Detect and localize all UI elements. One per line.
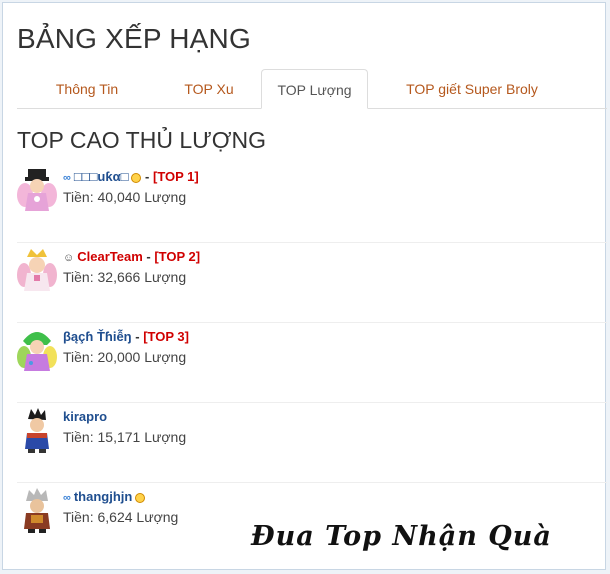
rank-tag: [TOP 3] — [143, 329, 189, 344]
vip-medal-icon — [135, 492, 146, 503]
player-money: Tiền: 15,171 Lượng — [63, 429, 187, 445]
promo-banner-text: Đua Top Nhận Quà — [251, 521, 552, 552]
infinity-icon: ∞ — [63, 172, 71, 184]
player-name-link[interactable]: kirapro — [63, 409, 107, 424]
player-money: Tiền: 40,040 Lượng — [63, 189, 187, 205]
player-name-line: kirapro — [63, 409, 107, 424]
warrior-avatar — [25, 408, 49, 453]
leaderboard-panel: BẢNG XẾP HẠNG Thông Tin TOP Xu TOP Lượng… — [2, 2, 607, 570]
ranking-list: ∞ □□□uƙα□ - [TOP 1] Tiền: 40,040 Lượng ☺ C… — [17, 163, 607, 563]
player-name-line: ∞ thangjhjn — [63, 489, 146, 504]
tab-top-luong[interactable]: TOP Lượng — [261, 69, 368, 109]
tab-top-xu[interactable]: TOP Xu — [157, 69, 261, 109]
page-title: BẢNG XẾP HẠNG — [17, 23, 251, 54]
infinity-icon: ∞ — [63, 492, 71, 504]
gray-hair-avatar — [24, 488, 50, 533]
princess-avatar — [17, 249, 57, 291]
player-name-link[interactable]: βąçɦ Ťɦiễŋ — [63, 329, 132, 344]
tab-top-super-broly[interactable]: TOP giết Super Broly — [372, 69, 572, 109]
player-name-line: βąçɦ Ťɦiễŋ - [TOP 3] — [63, 329, 189, 344]
player-money: Tiền: 32,666 Lượng — [63, 269, 187, 285]
list-item: ☺ ClearTeam - [TOP 2] Tiền: 32,666 Lượng — [17, 243, 607, 323]
green-hair-avatar — [17, 332, 57, 371]
player-money: Tiền: 20,000 Lượng — [63, 349, 187, 365]
rank-separator: - — [141, 169, 153, 184]
list-item: kirapro Tiền: 15,171 Lượng — [17, 403, 607, 483]
vip-medal-icon — [131, 172, 142, 183]
section-title: TOP CAO THỦ LƯỢNG — [17, 127, 266, 153]
tab-info[interactable]: Thông Tin — [17, 69, 157, 109]
rank-separator: - — [142, 249, 155, 264]
player-name-line: ☺ ClearTeam - [TOP 2] — [63, 249, 200, 264]
rank-tag: [TOP 2] — [154, 249, 201, 264]
rank-tag: [TOP 1] — [152, 169, 199, 184]
player-money: Tiền: 6,624 Lượng — [63, 509, 179, 525]
list-item: βąçɦ Ťɦiễŋ - [TOP 3] Tiền: 20,000 Lượng — [17, 323, 607, 403]
smiley-icon: ☺ — [63, 252, 75, 264]
player-name-link[interactable]: □□□uƙα□ — [74, 169, 129, 184]
tab-bar: Thông Tin TOP Xu TOP Lượng TOP giết Supe… — [17, 67, 607, 109]
player-name-link[interactable]: ClearTeam — [77, 249, 143, 264]
list-item: ∞ □□□uƙα□ - [TOP 1] Tiền: 40,040 Lượng — [17, 163, 607, 243]
pink-angel-avatar — [17, 169, 57, 211]
player-name-link[interactable]: thangjhjn — [74, 489, 133, 504]
rank-separator: - — [131, 329, 144, 344]
player-name-line: ∞ □□□uƙα□ - [TOP 1] — [63, 169, 199, 184]
